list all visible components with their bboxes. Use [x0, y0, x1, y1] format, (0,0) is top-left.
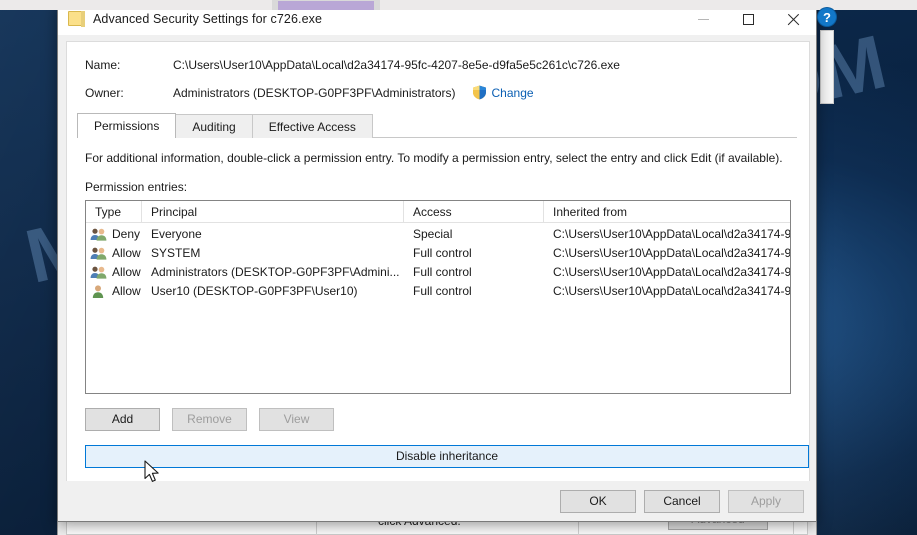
add-button[interactable]: Add: [85, 407, 160, 431]
permission-entries-label: Permission entries:: [85, 179, 188, 194]
name-label: Name:: [85, 58, 121, 72]
row-type-label: Allow: [112, 284, 141, 299]
row-type-label: Allow: [112, 246, 141, 261]
row-principal-cell: User10 (DESKTOP-G0PF3PF\User10): [151, 284, 358, 299]
row-access-cell: Full control: [413, 265, 472, 280]
change-owner-link[interactable]: Change: [492, 86, 534, 100]
browser-tab-active[interactable]: [278, 1, 374, 10]
disable-inheritance-button[interactable]: Disable inheritance: [85, 444, 809, 468]
entry-action-buttons: Add Remove View: [85, 407, 809, 431]
row-principal-cell: SYSTEM: [151, 246, 201, 261]
remove-button[interactable]: Remove: [172, 407, 247, 431]
apply-button[interactable]: Apply: [728, 489, 804, 513]
row-inherited-cell: C:\Users\User10\AppData\Local\d2a34174-9…: [553, 246, 790, 261]
name-value: C:\Users\User10\AppData\Local\d2a34174-9…: [173, 58, 620, 72]
row-access-cell: Special: [413, 227, 453, 242]
browser-tab-strip: [0, 0, 917, 10]
tab-permissions[interactable]: Permissions: [77, 113, 177, 138]
row-access-cell: Full control: [413, 246, 472, 261]
ok-button[interactable]: OK: [560, 489, 636, 513]
tab-effective-access[interactable]: Effective Access: [251, 114, 373, 138]
owner-value: Administrators (DESKTOP-G0PF3PF\Administ…: [173, 85, 456, 100]
group-users-icon: [90, 227, 107, 242]
row-inherited-cell: C:\Users\User10\AppData\Local\d2a34174-9…: [553, 227, 790, 242]
file-info-section: Name: C:\Users\User10\AppData\Local\d2a3…: [67, 42, 809, 100]
desktop-background: MYANTISPYWARE.COM Traces click Advanced.…: [0, 0, 917, 535]
row-type-cell: Allow: [86, 263, 142, 282]
column-header-access[interactable]: Access: [404, 200, 544, 223]
column-header-inherited-from[interactable]: Inherited from: [544, 201, 790, 223]
owner-row: Owner: Administrators (DESKTOP-G0PF3PF\A…: [85, 85, 809, 100]
table-row[interactable]: Allow Administrators (DESKTOP-G0PF3PF\Ad…: [86, 263, 790, 282]
inheritance-row: Disable inheritance: [85, 444, 809, 468]
uac-shield-icon: [472, 85, 487, 100]
group-users-icon: [90, 246, 107, 261]
row-type-cell: Deny: [86, 225, 142, 244]
row-principal-cell: Administrators (DESKTOP-G0PF3PF\Admini..…: [151, 265, 400, 280]
info-text: For additional information, double-click…: [85, 151, 783, 165]
column-header-principal[interactable]: Principal: [142, 200, 404, 223]
row-type-cell: Allow: [86, 244, 142, 263]
tab-strip-right: [380, 0, 917, 10]
permission-entries-list[interactable]: Type Principal Access Inherited from Den…: [85, 199, 791, 394]
cancel-button[interactable]: Cancel: [644, 489, 720, 513]
view-button[interactable]: View: [259, 407, 334, 431]
window-title: Advanced Security Settings for c726.exe: [93, 11, 323, 26]
row-inherited-cell: C:\Users\User10\AppData\Local\d2a34174-9…: [553, 284, 790, 299]
tab-bar: Permissions Auditing Effective Access: [77, 113, 809, 138]
table-row[interactable]: Allow SYSTEM Full control C:\Users\User1…: [86, 244, 790, 263]
table-header-row: Type Principal Access Inherited from: [86, 200, 790, 223]
owner-label: Owner:: [85, 85, 124, 100]
row-principal-cell: Everyone: [151, 227, 202, 242]
advanced-security-settings-window: Advanced Security Settings for c726.exe …: [57, 2, 817, 522]
background-window-sliver: [820, 30, 834, 104]
tab-strip-left: [0, 0, 272, 10]
row-type-label: Allow: [112, 265, 141, 280]
table-row[interactable]: Deny Everyone Special C:\Users\User10\Ap…: [86, 225, 790, 244]
column-header-type[interactable]: Type: [86, 200, 142, 223]
row-type-label: Deny: [112, 227, 141, 242]
dialog-footer: OK Cancel Apply: [58, 481, 816, 521]
table-row[interactable]: Allow User10 (DESKTOP-G0PF3PF\User10) Fu…: [86, 282, 790, 301]
row-type-cell: Allow: [86, 282, 142, 301]
group-users-icon: [90, 265, 107, 280]
tab-auditing[interactable]: Auditing: [175, 114, 253, 138]
row-inherited-cell: C:\Users\User10\AppData\Local\d2a34174-9…: [553, 265, 790, 280]
folder-icon: [68, 11, 85, 27]
row-access-cell: Full control: [413, 284, 472, 299]
help-button[interactable]: ?: [818, 8, 836, 26]
dialog-content: Name: C:\Users\User10\AppData\Local\d2a3…: [66, 41, 810, 482]
table-body: Deny Everyone Special C:\Users\User10\Ap…: [86, 223, 790, 301]
owner-value-group: Administrators (DESKTOP-G0PF3PF\Administ…: [173, 85, 534, 100]
name-row: Name: C:\Users\User10\AppData\Local\d2a3…: [85, 58, 809, 72]
single-user-icon: [90, 284, 107, 299]
